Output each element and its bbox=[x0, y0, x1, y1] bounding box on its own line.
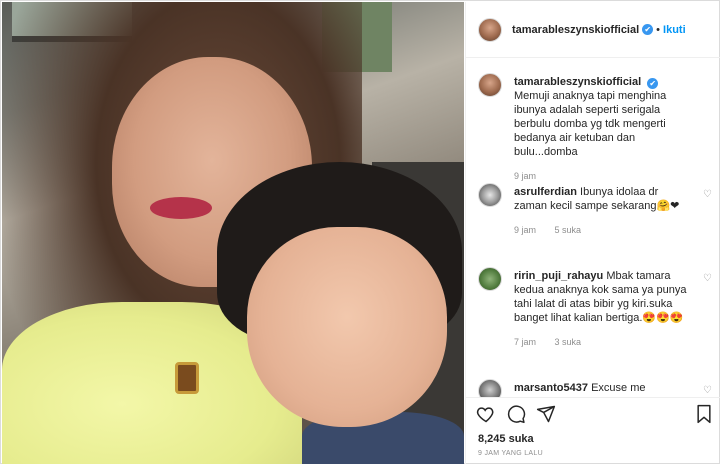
comment-age: 9 jam bbox=[514, 225, 537, 235]
avatar[interactable] bbox=[478, 73, 502, 97]
necklace-pendant bbox=[175, 362, 199, 394]
share-icon[interactable] bbox=[536, 404, 556, 424]
post-timestamp: 9 JAM YANG LALU bbox=[478, 450, 543, 457]
post-header: tamarableszynskiofficial ✔ • Ikuti bbox=[466, 2, 720, 58]
likes-count[interactable]: 8,245 suka bbox=[478, 433, 534, 445]
comment-username[interactable]: asrulferdian bbox=[514, 186, 577, 198]
comment-username[interactable]: marsanto5437 bbox=[514, 382, 588, 394]
comment-username[interactable]: tamarableszynskiofficial bbox=[514, 76, 641, 88]
small-heart-icon[interactable]: ♡ bbox=[703, 189, 712, 200]
comment-username[interactable]: ririn_puji_rahayu bbox=[514, 270, 603, 282]
comment-age: 9 jam bbox=[514, 171, 537, 181]
separator-dot: • bbox=[656, 23, 661, 36]
post-frame: tamarableszynskiofficial ✔ • Ikuti tamar… bbox=[0, 0, 720, 464]
post-photo[interactable] bbox=[2, 2, 464, 464]
comment-text: Memuji anaknya tapi menghina ibunya adal… bbox=[514, 90, 667, 158]
bookmark-icon[interactable] bbox=[695, 404, 713, 427]
post-side-panel: tamarableszynskiofficial ✔ • Ikuti tamar… bbox=[465, 2, 720, 464]
comment-icon[interactable] bbox=[506, 404, 526, 424]
comment-age: 7 jam bbox=[514, 337, 537, 347]
boy-face bbox=[247, 227, 447, 427]
small-heart-icon[interactable]: ♡ bbox=[703, 385, 712, 396]
follow-button[interactable]: Ikuti bbox=[663, 24, 686, 36]
avatar[interactable] bbox=[478, 267, 502, 291]
woman-lips bbox=[150, 197, 212, 219]
avatar[interactable] bbox=[478, 17, 502, 42]
avatar[interactable] bbox=[478, 379, 502, 397]
verified-icon: ✔ bbox=[647, 78, 659, 89]
avatar[interactable] bbox=[478, 183, 502, 207]
small-heart-icon[interactable]: ♡ bbox=[703, 273, 712, 284]
heart-icon[interactable] bbox=[476, 404, 496, 424]
verified-icon: ✔ bbox=[642, 24, 654, 35]
comment-likes[interactable]: 3 suka bbox=[555, 337, 582, 347]
post-username[interactable]: tamarableszynskiofficial bbox=[512, 24, 639, 36]
comments-list[interactable]: tamarableszynskiofficial ✔ Memuji anakny… bbox=[466, 59, 720, 397]
comment-text: Excuse me bbox=[591, 382, 646, 394]
comment-likes[interactable]: 5 suka bbox=[555, 225, 582, 235]
action-bar: 8,245 suka 9 JAM YANG LALU bbox=[466, 397, 720, 464]
